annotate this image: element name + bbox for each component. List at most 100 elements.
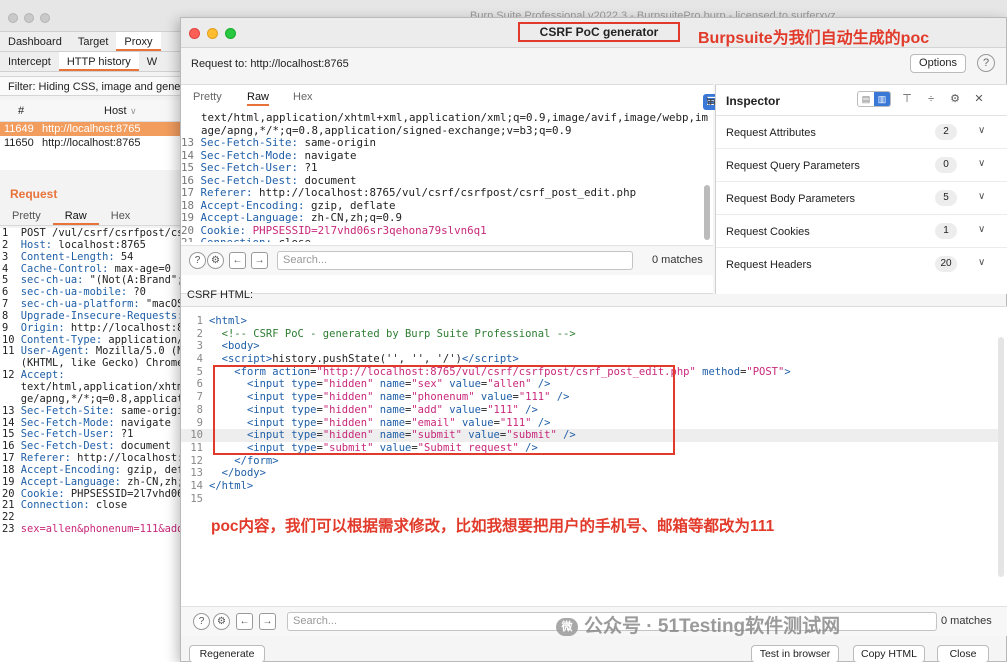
help-icon[interactable]: ? xyxy=(977,54,995,72)
chevron-down-icon[interactable]: ∨ xyxy=(978,158,985,169)
zoom-dialog-button[interactable] xyxy=(225,28,236,39)
count-badge: 5 xyxy=(935,190,957,206)
tab-target[interactable]: Target xyxy=(70,32,117,51)
tab-pretty[interactable]: Pretty xyxy=(0,206,53,225)
close-window-button[interactable] xyxy=(8,13,18,23)
request-view-tabs: Pretty Raw Hex xyxy=(0,206,180,226)
annotation-top: Burpsuite为我们自动生成的poc xyxy=(698,30,930,47)
inspector-row-body-params[interactable]: Request Body Parameters 5 ∨ xyxy=(716,182,1007,215)
count-badge: 1 xyxy=(935,223,957,239)
chevron-down-icon[interactable]: ∨ xyxy=(978,224,985,235)
minimize-dialog-button[interactable] xyxy=(207,28,218,39)
inspector-row-label: Request Headers xyxy=(726,259,812,271)
regenerate-button[interactable]: Regenerate xyxy=(189,645,265,662)
html-line: 1 <html> xyxy=(196,315,247,327)
request-line: 21 Connection: close xyxy=(181,236,709,242)
tab-http-history[interactable]: HTTP history xyxy=(58,52,139,71)
chevron-down-icon[interactable]: ∨ xyxy=(978,257,985,268)
tab-intercept[interactable]: Intercept xyxy=(0,52,59,71)
annotation-highlight-box xyxy=(213,365,675,455)
tab-dashboard[interactable]: Dashboard xyxy=(0,32,70,51)
request-scrollbar[interactable] xyxy=(704,185,710,240)
html-line: 2 <!-- CSRF PoC - generated by Burp Suit… xyxy=(196,327,576,340)
help-icon[interactable]: ? xyxy=(193,613,210,630)
inspector-row-query-params[interactable]: Request Query Parameters 0 ∨ xyxy=(716,149,1007,182)
next-arrow-icon[interactable]: → xyxy=(259,613,276,630)
proxy-subtabbar: Intercept HTTP history W xyxy=(0,52,180,72)
tab-pretty[interactable]: Pretty xyxy=(193,91,222,103)
html-line: 14 </html> xyxy=(190,479,254,492)
chevron-down-icon[interactable]: ∨ xyxy=(978,191,985,202)
count-badge: 0 xyxy=(935,157,957,173)
history-table: # Host ∨ 11649 http://localhost:8765 1165… xyxy=(0,100,180,170)
row-host: http://localhost:8765 xyxy=(42,123,141,135)
layout-panel-icon[interactable]: ▥ xyxy=(874,92,890,106)
close-icon[interactable]: ✕ xyxy=(971,91,987,107)
copy-html-button[interactable]: Copy HTML xyxy=(853,645,925,662)
inspector-row-cookies[interactable]: Request Cookies 1 ∨ xyxy=(716,215,1007,248)
column-header-id[interactable]: # xyxy=(18,100,24,122)
request-line: text/html,application/xhtml+xml,applicat… xyxy=(201,112,709,124)
request-line: 21 Connection: close xyxy=(2,499,128,512)
tab-raw[interactable]: Raw xyxy=(247,91,270,106)
inspector-header: Inspector ▤ ▥ ⊤ ÷ ⚙ ✕ xyxy=(716,85,1007,116)
inspector-row-attributes[interactable]: Request Attributes 2 ∨ xyxy=(716,116,1007,149)
csrf-html-label: CSRF HTML: xyxy=(187,289,253,301)
sort-chevron-icon[interactable]: ∨ xyxy=(130,100,137,122)
inspector-row-label: Request Query Parameters xyxy=(726,160,860,172)
request-search-bar: ? ⚙ ← → Search... 0 matches xyxy=(181,245,713,275)
settings-gear-icon[interactable]: ⚙ xyxy=(213,613,230,630)
close-dialog-button[interactable] xyxy=(189,28,200,39)
history-filter-bar[interactable]: Filter: Hiding CSS, image and general bi… xyxy=(0,76,180,96)
request-editor[interactable]: text/html,application/xhtml+xml,applicat… xyxy=(181,112,709,242)
wechat-icon: 微 xyxy=(556,618,578,636)
request-match-count: 0 matches xyxy=(652,254,703,266)
minimize-window-button[interactable] xyxy=(24,13,34,23)
inspector-row-label: Request Body Parameters xyxy=(726,193,856,205)
table-row[interactable]: 11649 http://localhost:8765 xyxy=(0,122,180,136)
tab-hex[interactable]: Hex xyxy=(99,206,143,225)
layout-list-icon[interactable]: ▤ xyxy=(858,92,874,106)
inspector-row-label: Request Cookies xyxy=(726,226,810,238)
zoom-window-button[interactable] xyxy=(40,13,50,23)
align-top-icon[interactable]: ⊤ xyxy=(899,91,915,107)
dialog-title: CSRF PoC generator xyxy=(518,22,680,42)
inspector-row-headers[interactable]: Request Headers 20 ∨ xyxy=(716,248,1007,281)
dialog-titlebar: CSRF PoC generator Burpsuite为我们自动生成的poc xyxy=(181,18,1006,48)
help-icon[interactable]: ? xyxy=(189,252,206,269)
settings-gear-icon[interactable]: ⚙ xyxy=(947,91,963,107)
options-button[interactable]: Options xyxy=(910,54,966,73)
html-line: 4 <script>history.pushState('', '', '/')… xyxy=(196,353,519,366)
inspector-toolbar: ▤ ▥ ⊤ ÷ ⚙ ✕ xyxy=(857,91,987,107)
previous-arrow-icon[interactable]: ← xyxy=(229,252,246,269)
main-tabbar: Dashboard Target Proxy xyxy=(0,32,180,52)
divide-icon[interactable]: ÷ xyxy=(923,91,939,107)
tab-raw[interactable]: Raw xyxy=(52,206,99,225)
chevron-down-icon[interactable]: ∨ xyxy=(978,125,985,136)
settings-gear-icon[interactable]: ⚙ xyxy=(207,252,224,269)
history-table-header: # Host ∨ xyxy=(0,100,180,122)
table-row[interactable]: 11650 http://localhost:8765 xyxy=(0,136,180,150)
inspector-title: Inspector xyxy=(726,94,781,108)
request-editor[interactable]: 1 POST /vul/csrf/csrfpost/csrf_post_edit… xyxy=(0,228,180,662)
close-button[interactable]: Close xyxy=(937,645,989,662)
count-badge: 20 xyxy=(935,256,957,272)
tab-websockets[interactable]: W xyxy=(139,52,165,71)
request-search-input[interactable]: Search... xyxy=(277,251,633,270)
html-line: 12 </form> xyxy=(190,454,279,467)
next-arrow-icon[interactable]: → xyxy=(251,252,268,269)
tab-proxy[interactable]: Proxy xyxy=(116,32,161,51)
html-match-count: 0 matches xyxy=(941,615,992,627)
row-id: 11649 xyxy=(4,123,34,135)
column-header-host[interactable]: Host xyxy=(104,100,127,122)
csrf-poc-dialog: CSRF PoC generator Burpsuite为我们自动生成的poc … xyxy=(180,17,1007,662)
inspector-panel: Inspector ▤ ▥ ⊤ ÷ ⚙ ✕ Request Attributes… xyxy=(715,84,1007,294)
html-scrollbar[interactable] xyxy=(998,337,1004,577)
test-in-browser-button[interactable]: Test in browser xyxy=(751,645,839,662)
layout-toggle[interactable]: ▤ ▥ xyxy=(857,91,891,107)
inspector-row-label: Request Attributes xyxy=(726,127,816,139)
watermark: 微公众号 · 51Testing软件测试网 xyxy=(556,611,840,638)
previous-arrow-icon[interactable]: ← xyxy=(236,613,253,630)
request-panel: Pretty Raw Hex ☰ \n ≡ text/html,applicat… xyxy=(181,84,719,294)
tab-hex[interactable]: Hex xyxy=(293,91,313,103)
